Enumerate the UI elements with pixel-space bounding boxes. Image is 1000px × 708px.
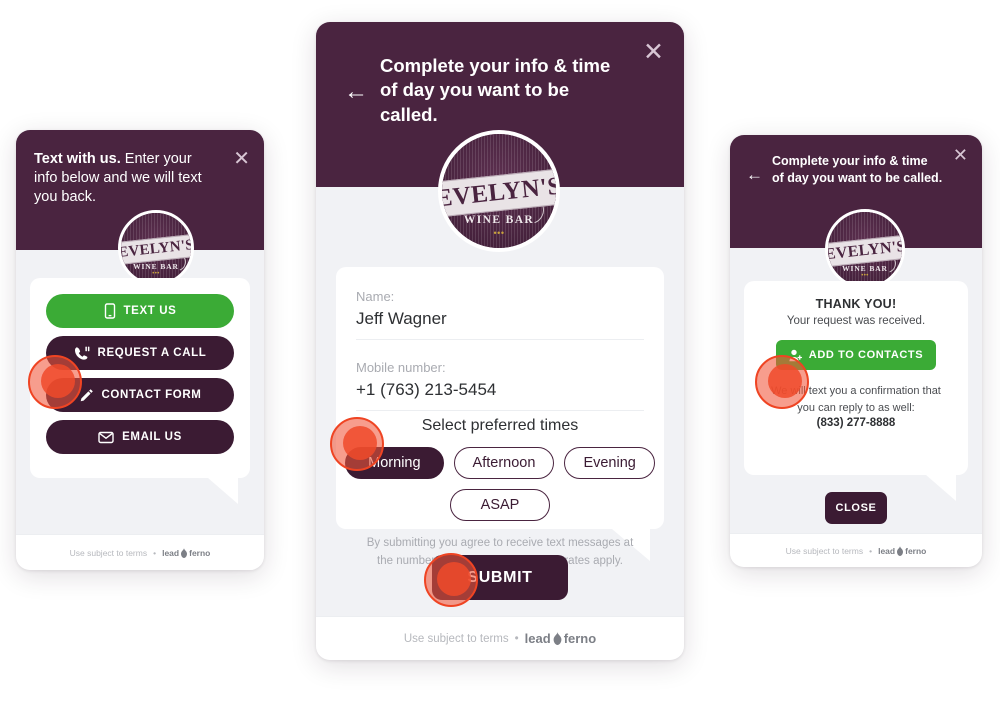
preferred-times-title: Select preferred times: [421, 417, 579, 434]
panel3-header-text: Complete your info & time of day you wan…: [772, 153, 948, 186]
time-chip-morning[interactable]: Morning: [345, 447, 444, 479]
logo-grapes-icon: •••: [493, 227, 505, 238]
phone-callback-icon: [74, 346, 90, 361]
logo-subtitle: WINE BAR: [463, 213, 535, 226]
footer-separator: •: [514, 632, 519, 645]
submit-label: SUBMIT: [467, 568, 533, 586]
mobile-number-field[interactable]: Mobile number: +1 (763) 213-5454: [356, 360, 644, 411]
text-us-button[interactable]: TEXT US: [46, 294, 234, 328]
add-to-contacts-button[interactable]: ADD TO CONTACTS: [776, 340, 936, 370]
logo-name: EVELYN'S: [825, 237, 905, 263]
email-us-label: EMAIL US: [122, 431, 182, 443]
footer-separator: •: [869, 545, 873, 556]
logo-grapes-icon: •••: [152, 270, 160, 277]
email-us-button[interactable]: EMAIL US: [46, 420, 234, 454]
envelope-icon: [98, 431, 114, 444]
time-chip-morning-label: Morning: [368, 455, 421, 471]
thank-you-title: THANK YOU!: [815, 297, 897, 311]
card-tail: [926, 475, 956, 501]
card-tail: [208, 478, 238, 504]
panel3-footer: Use subject to terms • lead ferno: [730, 533, 982, 567]
submit-button-visible[interactable]: SUBMIT: [432, 555, 568, 600]
name-value: Jeff Wagner: [356, 309, 447, 328]
terms-link[interactable]: Use subject to terms: [404, 633, 509, 645]
footer-separator: •: [153, 547, 157, 558]
brand-first: lead: [162, 547, 180, 558]
flame-icon: [896, 545, 904, 556]
evelyns-logo: EVELYN'S WINE BAR •••: [438, 130, 560, 252]
panel1-header-bold: Text with us.: [34, 151, 121, 167]
time-chip-asap[interactable]: ASAP: [449, 489, 551, 521]
panel1-header-text: Text with us. Enter your info below and …: [34, 150, 218, 207]
contact-form-button[interactable]: CONTACT FORM: [46, 378, 234, 412]
confirmation-phone: (833) 277-8888: [816, 417, 896, 429]
time-chip-row-2: ASAP: [336, 489, 664, 521]
brand-last: ferno: [905, 545, 927, 556]
logo-subtitle: WINE BAR: [133, 262, 179, 271]
add-to-contacts-label: ADD TO CONTACTS: [808, 349, 924, 361]
mobile-phone-icon: [104, 303, 116, 319]
leadferno-brand[interactable]: lead ferno: [162, 547, 211, 558]
panel3-header-line2: of day you want to be called.: [772, 170, 943, 185]
text-us-label: TEXT US: [123, 305, 177, 317]
time-chip-afternoon-label: Afternoon: [472, 455, 536, 471]
panel2-header-line2: of day you want to be called.: [380, 79, 570, 125]
evelyns-logo: EVELYN'S WINE BAR •••: [825, 209, 905, 289]
mobile-number-label: Mobile number:: [356, 360, 446, 375]
contact-form-label: CONTACT FORM: [101, 389, 202, 401]
panel2-form-card: Name: Jeff Wagner Mobile number: +1 (763…: [336, 267, 664, 561]
brand-first: lead: [524, 631, 551, 646]
close-button-label: CLOSE: [835, 502, 877, 514]
panel1-footer: Use subject to terms • lead ferno: [16, 534, 264, 570]
add-person-icon: [789, 349, 803, 362]
sms-disclaimer-line1: By submitting you agree to receive text …: [366, 537, 634, 549]
logo-grapes-icon: •••: [861, 273, 869, 280]
time-chip-asap-label: ASAP: [480, 497, 520, 513]
name-label: Name:: [356, 289, 395, 304]
close-icon[interactable]: ✕: [233, 149, 250, 169]
panel2-header-text: Complete your info & time of day you wan…: [380, 54, 626, 127]
request-a-call-button[interactable]: REQUEST A CALL: [46, 336, 234, 370]
thank-you-subtitle: Your request was received.: [786, 315, 926, 327]
confirmation-note: We will text you a confirmation that you…: [758, 383, 954, 417]
logo-subtitle: WINE BAR: [842, 263, 888, 273]
brand-first: lead: [878, 545, 896, 556]
brand-last: ferno: [189, 547, 211, 558]
close-button[interactable]: CLOSE: [825, 492, 887, 524]
screenshot-stage: Text with us. Enter your info below and …: [0, 0, 1000, 708]
confirmation-note-line1: We will text you a confirmation that: [771, 385, 941, 397]
leadferno-brand[interactable]: lead ferno: [878, 545, 927, 556]
time-chip-row-1: Morning Afternoon Evening: [345, 447, 655, 479]
brand-last: ferno: [563, 631, 597, 646]
terms-link[interactable]: Use subject to terms: [786, 546, 863, 556]
name-field[interactable]: Name: Jeff Wagner: [356, 289, 644, 340]
panel1-action-card: TEXT US REQUEST A CALL CONTACT FORM EMAI…: [30, 278, 250, 504]
panel3-header-line1: Complete your info & time: [772, 154, 928, 168]
confirmation-note-line2: you can reply to as well:: [797, 402, 915, 415]
leadferno-brand[interactable]: lead ferno: [525, 631, 597, 646]
pencil-icon: [79, 388, 94, 403]
back-arrow-icon[interactable]: ←: [344, 80, 368, 104]
back-arrow-icon[interactable]: ←: [746, 166, 763, 183]
panel2-header-line1: Complete your info & time: [380, 55, 611, 76]
close-icon[interactable]: ✕: [643, 40, 664, 65]
time-chip-evening[interactable]: Evening: [564, 447, 655, 479]
mobile-number-value: +1 (763) 213-5454: [356, 380, 497, 399]
flame-icon: [552, 632, 563, 645]
widget-panel-confirmation: Complete your info & time of day you wan…: [730, 135, 982, 567]
evelyns-logo: EVELYN'S WINE BAR •••: [118, 210, 194, 286]
time-chip-afternoon[interactable]: Afternoon: [453, 447, 555, 479]
time-chip-evening-label: Evening: [583, 455, 636, 471]
flame-icon: [180, 547, 188, 558]
terms-link[interactable]: Use subject to terms: [70, 548, 147, 558]
panel2-footer: Use subject to terms • lead ferno: [316, 616, 684, 660]
close-icon[interactable]: ✕: [953, 146, 968, 164]
widget-panel-initial: Text with us. Enter your info below and …: [16, 130, 264, 570]
request-a-call-label: REQUEST A CALL: [97, 347, 207, 359]
panel3-confirmation-card: THANK YOU! Your request was received. AD…: [744, 281, 968, 501]
